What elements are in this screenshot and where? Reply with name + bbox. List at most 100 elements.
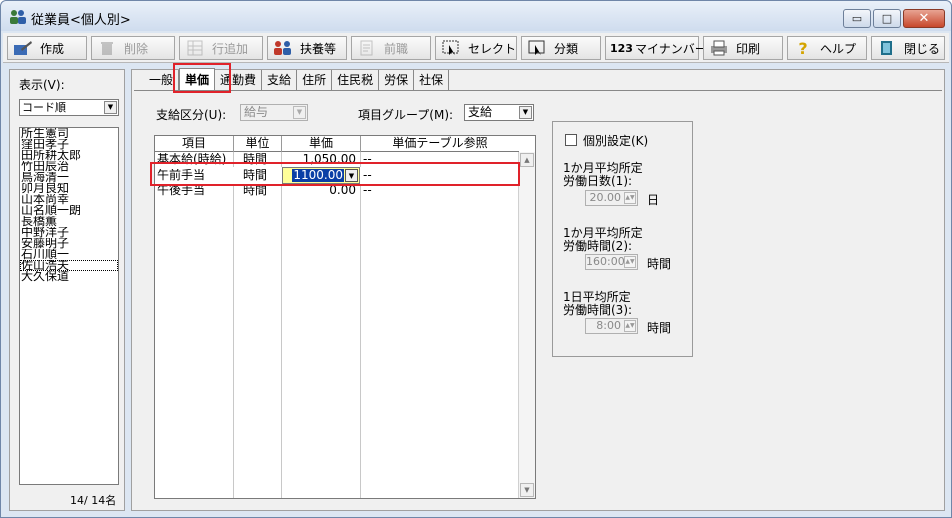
mynumber-label: マイナンバー [634, 41, 707, 56]
prev-job-label: 前職 [384, 41, 409, 56]
grid-body: 基本給(時給) 時間 1,050.00 -- 午前手当 時間 1100.00 ▼… [155, 152, 519, 498]
employee-list-item[interactable]: 卯月良知 [20, 183, 118, 194]
grid-row[interactable]: 基本給(時給) 時間 1,050.00 -- [155, 153, 519, 166]
cell-item: 午後手当 [157, 184, 206, 197]
grid-scrollbar[interactable]: ▲ ▼ [518, 152, 535, 498]
close-icon: ✕ [918, 11, 930, 26]
tab-0[interactable]: 一般 [144, 70, 180, 90]
tab-2[interactable]: 通勤費 [215, 70, 263, 90]
column-divider [281, 152, 282, 498]
hours-unit: 時間 [647, 257, 672, 271]
employee-list-item[interactable]: 山名順一朗 [20, 205, 118, 216]
tab-content-unit-price: 支給区分(U): 給与 ▼ 項目グループ(M): 支給 ▼ 項目 単位 単価 単… [134, 90, 942, 508]
employee-panel: 表示(V): コード順 ▼ 所生憲司 窪田孝子 田所耕太郎 竹田辰治 鳥海清一 卯月良知山… [9, 69, 125, 511]
chevron-down-icon[interactable]: ▼ [293, 106, 306, 119]
trash-icon [96, 39, 118, 57]
unit-price-grid[interactable]: 項目 単位 単価 単価テーブル参照 基本給(時給) 時間 1,050.00 -- [154, 135, 536, 499]
employee-list-item[interactable]: 安藤明子 [20, 238, 118, 249]
help-icon: ? [798, 38, 808, 58]
print-button[interactable]: 印刷 [703, 36, 783, 60]
employee-list-item[interactable]: 竹田辰治 [20, 161, 118, 172]
employee-list-item[interactable]: 石川順一 [20, 249, 118, 260]
chevron-down-icon[interactable]: ▼ [104, 101, 117, 114]
employee-list-item[interactable]: 所生憲司 [20, 128, 118, 139]
cell-price[interactable]: 1,050.00 [282, 153, 360, 166]
classify-button[interactable]: 分類 [521, 36, 601, 60]
item-group-label: 項目グループ(M): [358, 108, 454, 122]
days-value: 20.00 [589, 191, 622, 204]
help-button[interactable]: ? ヘルプ [787, 36, 867, 60]
tab-5[interactable]: 住民税 [332, 70, 380, 90]
hours-spinner[interactable]: 160:00 ▲▼ [585, 254, 638, 270]
employee-list-item[interactable]: 長橋薫 [20, 216, 118, 227]
display-order-value: コード順 [22, 101, 66, 114]
prev-job-button[interactable]: 前職 [351, 36, 431, 60]
close-window-button[interactable]: ✕ [903, 9, 945, 28]
employee-list-item[interactable]: 山本尚幸 [20, 194, 118, 205]
days-label-line2: 労働日数(1): [563, 174, 633, 188]
employee-list-item[interactable]: 佐山浩夫 [20, 260, 118, 271]
employee-list[interactable]: 所生憲司 窪田孝子 田所耕太郎 竹田辰治 鳥海清一 卯月良知 山本尚幸 山名順一朗 長橋薫 中野洋… [19, 127, 119, 485]
delete-button[interactable]: 削除 [91, 36, 175, 60]
spinner-arrow-icon[interactable]: ▲▼ [624, 256, 636, 268]
item-group-select[interactable]: 支給 ▼ [464, 104, 534, 121]
scroll-up-icon[interactable]: ▲ [520, 153, 534, 167]
family-icon [272, 39, 294, 57]
close-label: 閉じる [904, 41, 941, 56]
header-table-ref: 単価テーブル参照 [392, 136, 488, 150]
close-button[interactable]: 閉じる [871, 36, 945, 60]
select-button[interactable]: セレクト [435, 36, 517, 60]
grid-row-selected[interactable]: 午前手当 時間 1100.00 ▼ -- [155, 167, 519, 184]
tab-1[interactable]: 単価 [179, 68, 216, 90]
pay-class-select[interactable]: 給与 ▼ [240, 104, 308, 121]
days-spinner[interactable]: 20.00 ▲▼ [585, 190, 638, 206]
document-icon [356, 39, 378, 57]
tab-3[interactable]: 支給 [262, 70, 298, 90]
chevron-down-icon[interactable]: ▼ [345, 169, 358, 182]
table-icon [184, 39, 206, 57]
classify-icon [526, 39, 548, 57]
daily-spinner[interactable]: 8:00 ▲▼ [585, 318, 638, 334]
mynumber-button[interactable]: 123 マイナンバー [605, 36, 707, 60]
employee-list-item[interactable]: 田所耕太郎 [20, 150, 118, 161]
create-button[interactable]: 作成 [7, 36, 87, 60]
cursor-select-icon [440, 39, 462, 57]
tab-6[interactable]: 労保 [379, 70, 415, 90]
cell-unit: 時間 [243, 184, 268, 197]
tab-4[interactable]: 住所 [297, 70, 333, 90]
maximize-button[interactable]: □ [873, 9, 901, 28]
item-group-value: 支給 [468, 105, 493, 119]
printer-icon [708, 39, 730, 57]
employee-list-item[interactable]: 中野洋子 [20, 227, 118, 238]
grid-row[interactable]: 午後手当 時間 0.00 -- [155, 184, 519, 197]
grid-header: 項目 単位 単価 単価テーブル参照 [155, 136, 519, 152]
header-price: 単価 [282, 136, 361, 152]
dependents-button[interactable]: 扶養等 [267, 36, 347, 60]
individual-setting-checkbox[interactable] [565, 134, 577, 146]
price-edit-value[interactable]: 1100.00 [292, 169, 344, 182]
individual-setting-label: 個別設定(K) [583, 134, 649, 148]
print-label: 印刷 [736, 41, 761, 56]
spinner-arrow-icon[interactable]: ▲▼ [624, 192, 636, 204]
mynumber-icon: 123 [610, 41, 633, 55]
employee-list-item[interactable]: 大久保道 [20, 271, 118, 282]
price-edit-cell[interactable]: 1100.00 ▼ [282, 167, 360, 184]
display-order-select[interactable]: コード順 ▼ [19, 99, 119, 116]
minimize-button[interactable]: ▭ [843, 9, 871, 28]
dependents-label: 扶養等 [300, 41, 337, 56]
cell-price[interactable]: 0.00 [282, 184, 360, 197]
employee-list-item[interactable]: 鳥海清一 [20, 172, 118, 183]
maximize-icon: □ [881, 12, 893, 25]
select-label: セレクト [467, 41, 516, 56]
scroll-down-icon[interactable]: ▼ [520, 483, 534, 497]
cell-table-ref: -- [363, 169, 372, 182]
add-row-label: 行追加 [212, 41, 249, 56]
chevron-down-icon[interactable]: ▼ [519, 106, 532, 119]
tab-7[interactable]: 社保 [414, 70, 450, 90]
add-row-button[interactable]: 行追加 [179, 36, 263, 60]
classify-label: 分類 [554, 41, 579, 56]
employee-list-item[interactable]: 窪田孝子 [20, 139, 118, 150]
hours-label-line2: 労働時間(2): [563, 239, 633, 253]
spinner-arrow-icon[interactable]: ▲▼ [624, 320, 636, 332]
cell-item: 午前手当 [157, 169, 206, 182]
